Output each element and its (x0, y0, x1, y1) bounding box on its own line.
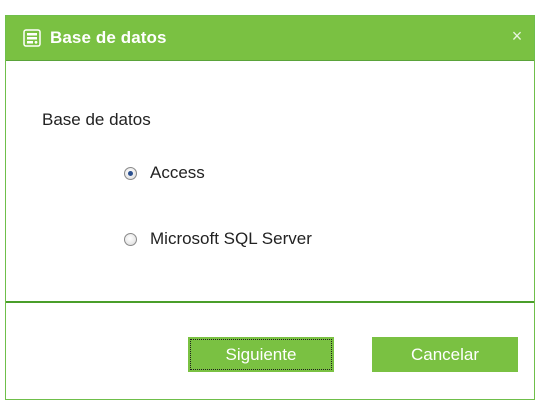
radio-option-access[interactable]: Access (124, 163, 205, 183)
section-label: Base de datos (42, 110, 151, 129)
radio-button-access[interactable] (124, 166, 137, 180)
radio-label-sql-server: Microsoft SQL Server (150, 229, 312, 248)
database-settings-icon (22, 28, 42, 48)
dialog-title: Base de datos (50, 28, 167, 47)
dialog-titlebar: Base de datos × (6, 16, 534, 61)
close-icon[interactable]: × (508, 27, 526, 45)
dialog-footer: Siguiente Cancelar (6, 303, 534, 399)
radio-option-sql-server[interactable]: Microsoft SQL Server (124, 229, 312, 249)
next-button[interactable]: Siguiente (188, 337, 334, 372)
dialog-content: Base de datos Access Microsoft SQL Serve… (6, 61, 534, 301)
database-dialog: Base de datos × Base de datos Access Mic… (5, 15, 535, 400)
cancel-button[interactable]: Cancelar (372, 337, 518, 372)
radio-button-sql-server[interactable] (124, 232, 137, 246)
radio-label-access: Access (150, 163, 205, 182)
